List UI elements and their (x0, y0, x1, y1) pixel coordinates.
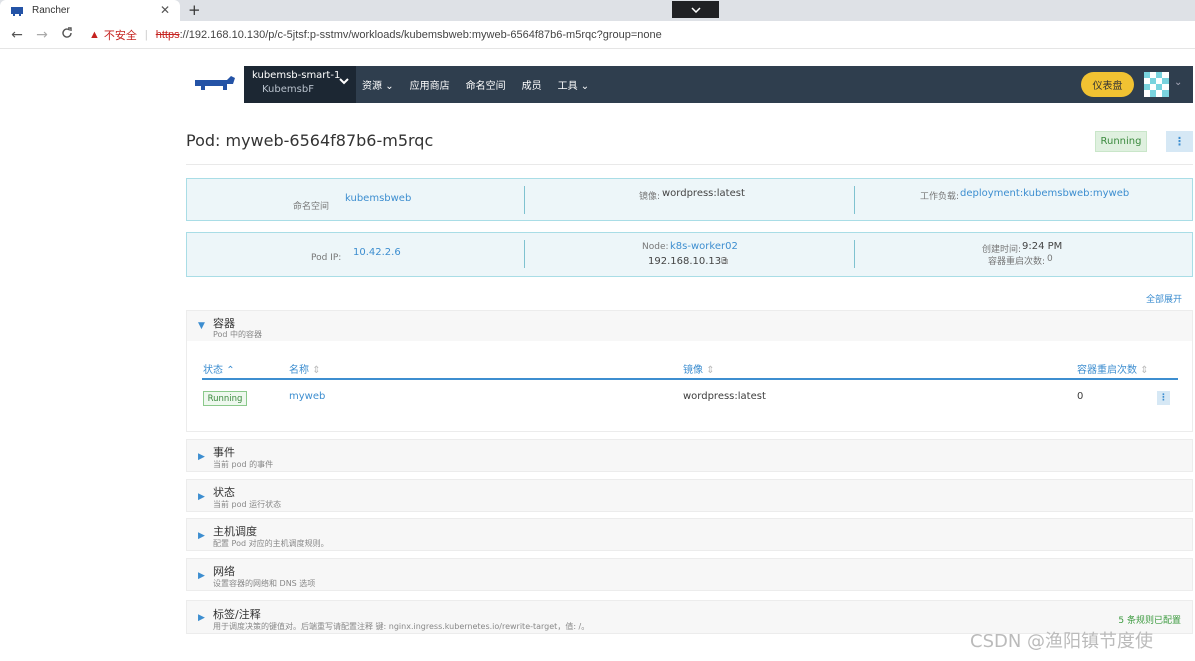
node-label: Node: (642, 242, 669, 252)
dashboard-button[interactable]: 仪表盘 (1081, 72, 1134, 97)
project-name: KubemsbF (262, 84, 314, 95)
page-title: Pod: myweb-6564f87b6-m5rqc (186, 131, 434, 150)
sort-icon: ⇕ (312, 365, 321, 376)
caret-right-icon: ▶ (198, 613, 205, 623)
chevron-down-icon: ⌄ (580, 81, 590, 92)
rancher-favicon-icon (11, 6, 23, 16)
forward-button[interactable]: → (34, 27, 50, 43)
section-subtitle: 设置容器的网络和 DNS 选项 (213, 579, 316, 588)
container-image: wordpress:latest (683, 391, 766, 402)
sort-icon: ⌃ (226, 365, 235, 376)
browser-tab[interactable]: Rancher ✕ (0, 0, 180, 21)
section-subtitle: 当前 pod 的事件 (213, 460, 274, 469)
caret-right-icon: ▶ (198, 452, 205, 462)
scheduling-section[interactable]: ▶ 主机调度 配置 Pod 对应的主机调度规则。 (186, 518, 1193, 551)
restarts-label: 容器重启次数: (988, 257, 1046, 267)
top-nav: 资源 ⌄ 应用商店 命名空间 成员 工具 ⌄ (362, 66, 605, 103)
section-subtitle: 当前 pod 运行状态 (213, 500, 282, 509)
col-name[interactable]: 名称 ⇕ (289, 361, 321, 376)
container-name-link[interactable]: myweb (289, 391, 325, 402)
caret-down-icon: ▼ (198, 321, 205, 331)
section-title: 主机调度 (213, 525, 257, 538)
sort-icon: ⇕ (1140, 365, 1149, 376)
section-subtitle: 配置 Pod 对应的主机调度规则。 (213, 539, 329, 548)
section-title: 网络 (213, 565, 235, 578)
image-value: wordpress:latest (662, 188, 745, 199)
rule-count: 5 条规则已配置 (1118, 616, 1181, 626)
nav-namespaces[interactable]: 命名空间 (466, 77, 506, 92)
namespace-link[interactable]: kubemsbweb (345, 193, 411, 204)
restarts-value: 0 (1047, 254, 1053, 264)
tab-search-button[interactable] (672, 1, 719, 18)
back-button[interactable]: ← (9, 27, 25, 43)
rancher-logo[interactable] (186, 66, 244, 103)
rancher-logo-icon (195, 75, 235, 90)
tab-title: Rancher (32, 5, 70, 16)
chevron-down-icon: ⌄ (385, 81, 394, 92)
expand-all-link[interactable]: 全部展开 (1146, 292, 1182, 305)
created-value: 9:24 PM (1022, 241, 1063, 252)
podip-value: 10.42.2.6 (353, 247, 401, 258)
status-section[interactable]: ▶ 状态 当前 pod 运行状态 (186, 479, 1193, 512)
nav-members[interactable]: 成员 (522, 77, 542, 92)
namespace-label: 命名空间 (293, 202, 330, 212)
warning-icon: ▲ (89, 28, 100, 41)
address-bar: ← → ▲ 不安全 | https ://192.168.10.130/p/c-… (0, 21, 1195, 49)
copy-icon[interactable]: ⧉ (721, 256, 728, 267)
caret-right-icon: ▶ (198, 531, 205, 541)
col-state[interactable]: 状态 ⌃ (203, 361, 235, 376)
workload-label: 工作负载: (920, 192, 960, 202)
col-image[interactable]: 镜像 ⇕ (683, 361, 715, 376)
nav-resources[interactable]: 资源 ⌄ (362, 77, 394, 92)
chevron-down-icon (690, 6, 701, 13)
watermark: CSDN @渔阳镇节度使 (970, 631, 1154, 652)
url-scheme: https (155, 28, 180, 41)
cluster-switcher[interactable]: kubemsb-smart-1 KubemsbF (244, 66, 356, 103)
divider (186, 164, 1193, 165)
browser-tabbar: Rancher ✕ + (0, 0, 1195, 21)
chevron-down-icon (339, 78, 349, 85)
container-restarts: 0 (1077, 391, 1084, 402)
section-title: 事件 (213, 446, 235, 459)
tab-close-icon[interactable]: ✕ (160, 3, 170, 17)
workload-link[interactable]: deployment:kubemsbweb:myweb (960, 188, 1129, 199)
insecure-label: 不安全 (103, 29, 137, 42)
node-ip: 192.168.10.133 (648, 256, 728, 267)
url-text: ://192.168.10.130/p/c-5jtsf:p-sstmv/work… (179, 28, 662, 41)
sort-icon: ⇕ (706, 365, 715, 376)
user-avatar[interactable] (1144, 72, 1169, 97)
pod-network-box: Pod IP: 10.42.2.6 Node: k8s-worker02 192… (186, 232, 1193, 277)
node-link[interactable]: k8s-worker02 (670, 241, 738, 252)
pod-info-box: 命名空间 kubemsbweb 镜像: wordpress:latest 工作负… (186, 178, 1193, 221)
section-subtitle: Pod 中的容器 (213, 330, 263, 339)
containers-section-header[interactable]: ▼ 容器 Pod 中的容器 (186, 310, 1193, 342)
status-badge: Running (203, 391, 247, 406)
new-tab-button[interactable]: + (188, 1, 201, 19)
caret-right-icon: ▶ (198, 571, 205, 581)
section-title: 状态 (213, 486, 235, 499)
section-subtitle: 用于调度决策的键值对。后端重写请配置注释 键: nginx.ingress.ku… (213, 622, 590, 631)
col-restarts[interactable]: 容器重启次数 ⇕ (1077, 361, 1149, 376)
status-badge: Running (1095, 131, 1147, 152)
section-title: 标签/注释 (213, 608, 261, 621)
more-actions-button[interactable]: ⋮ (1166, 131, 1193, 152)
nav-tools[interactable]: 工具 ⌄ (558, 77, 590, 92)
network-section[interactable]: ▶ 网络 设置容器的网络和 DNS 选项 (186, 558, 1193, 591)
podip-label: Pod IP: (311, 253, 342, 263)
url-field[interactable]: ▲ 不安全 | https ://192.168.10.130/p/c-5jts… (89, 27, 662, 43)
reload-icon (62, 26, 72, 38)
events-section[interactable]: ▶ 事件 当前 pod 的事件 (186, 439, 1193, 472)
row-actions-button[interactable]: ⋮ (1157, 391, 1170, 405)
reload-button[interactable] (59, 26, 75, 43)
chevron-down-icon[interactable]: ⌄ (1174, 77, 1182, 88)
nav-catalog[interactable]: 应用商店 (410, 77, 450, 92)
containers-table: 状态 ⌃ 名称 ⇕ 镜像 ⇕ 容器重启次数 ⇕ Running myweb wo… (186, 341, 1193, 432)
rancher-header: kubemsb-smart-1 KubemsbF 资源 ⌄ 应用商店 命名空间 … (186, 66, 1193, 103)
caret-right-icon: ▶ (198, 492, 205, 502)
image-label: 镜像: (639, 192, 661, 202)
